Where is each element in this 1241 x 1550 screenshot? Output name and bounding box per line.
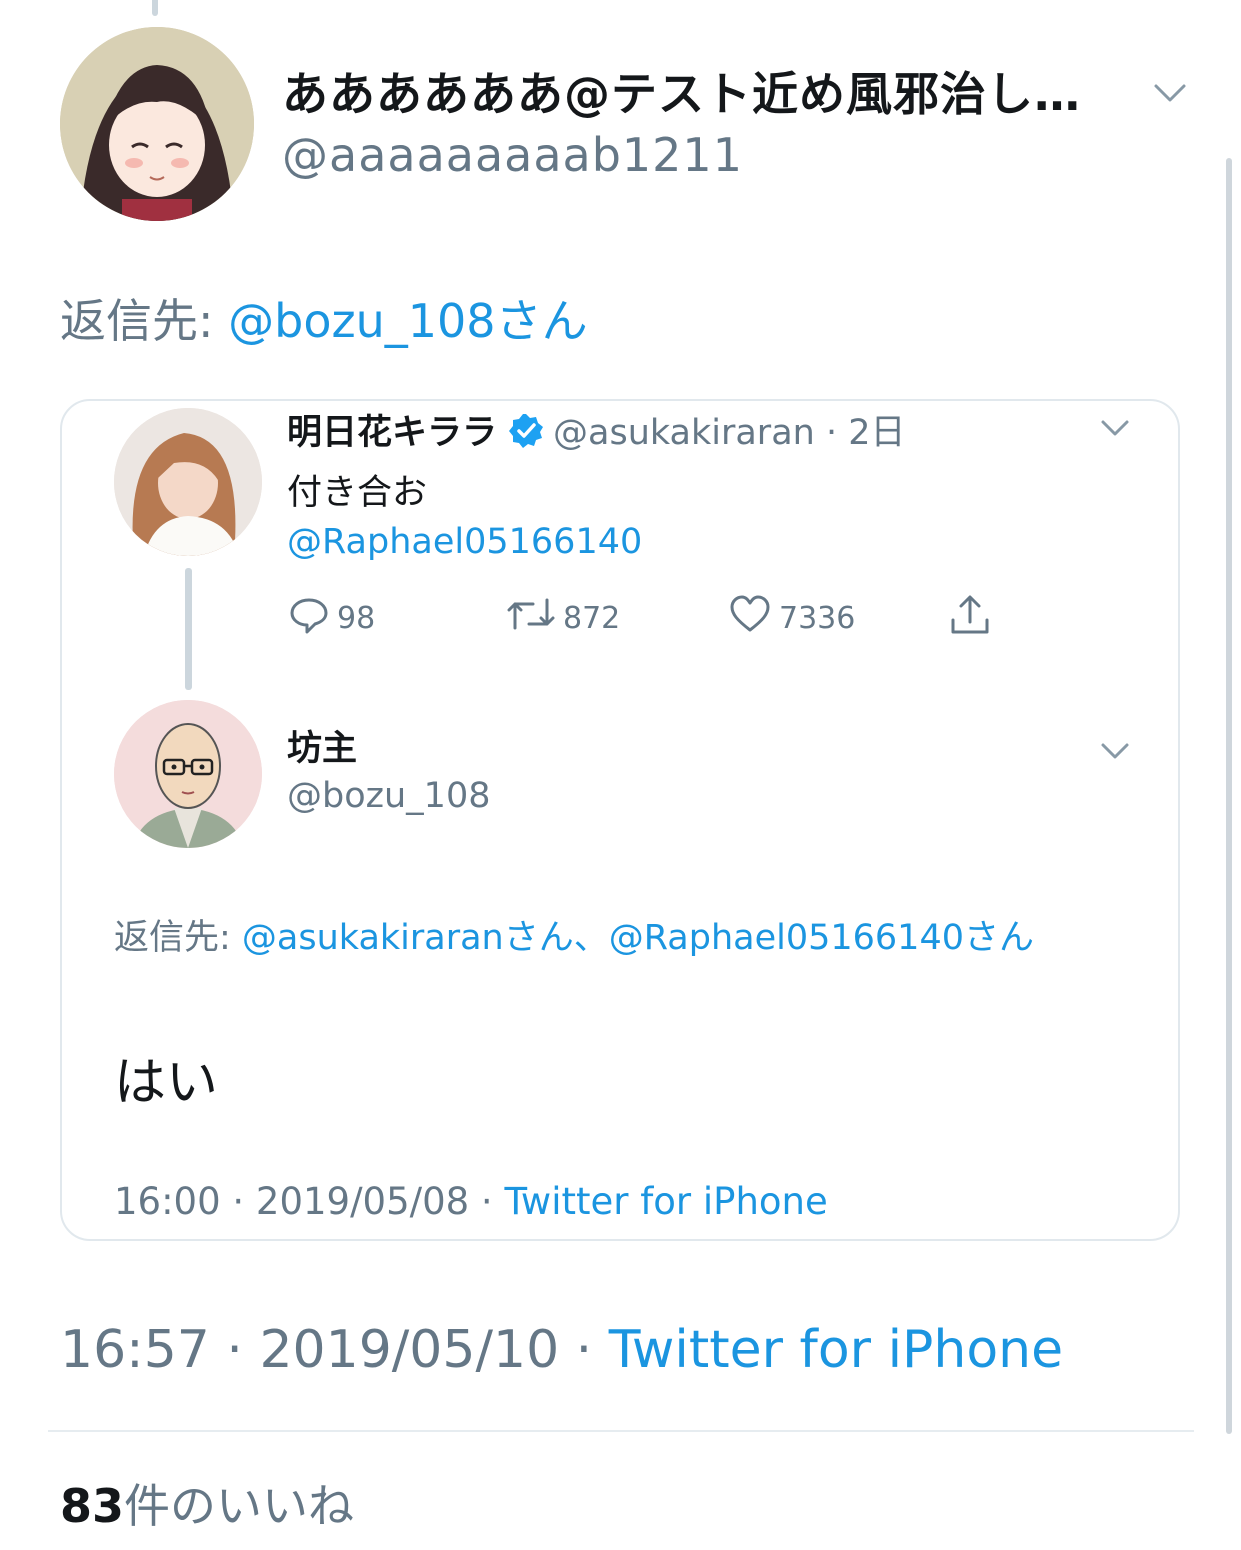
- quoted-reply-client-link[interactable]: Twitter for iPhone: [504, 1180, 827, 1223]
- retweet-action[interactable]: 872: [505, 592, 620, 644]
- quoted-parent-meta: @asukakiraran · 2日: [553, 413, 906, 453]
- share-action[interactable]: [947, 592, 999, 646]
- author-avatar[interactable]: [60, 27, 254, 221]
- chevron-down-icon[interactable]: [1098, 733, 1132, 767]
- chevron-down-icon[interactable]: [1150, 72, 1190, 112]
- like-icon: [727, 592, 779, 644]
- quoted-parent-mention[interactable]: @Raphael05166140: [287, 522, 642, 562]
- retweet-icon: [505, 592, 563, 644]
- quoted-reply-display-name[interactable]: 坊主: [287, 720, 357, 771]
- like-action[interactable]: 7336: [727, 592, 855, 644]
- verified-badge-icon: [507, 412, 545, 450]
- quoted-parent-avatar[interactable]: [114, 408, 262, 556]
- likes-label: 件のいいね: [124, 1479, 355, 1533]
- quoted-thread-line: [185, 568, 192, 690]
- likes-count: 83: [60, 1479, 125, 1533]
- quoted-parent-display-name[interactable]: 明日花キララ: [287, 413, 497, 453]
- reply-to-link[interactable]: @bozu_108さん: [228, 294, 587, 348]
- reply-action[interactable]: 98: [287, 592, 375, 644]
- quoted-reply-to-links[interactable]: @asukakiraranさん、@Raphael05166140さん: [242, 918, 1034, 958]
- tweet-client-link[interactable]: Twitter for iPhone: [609, 1320, 1063, 1380]
- quoted-reply-to-line: 返信先: @asukakiraranさん、@Raphael05166140さん: [114, 908, 1114, 968]
- quoted-parent-text: 付き合お: [287, 473, 428, 513]
- reply-to-line: 返信先: @bozu_108さん: [60, 285, 588, 351]
- quoted-reply-timestamp: 16:00 · 2019/05/08 ·: [114, 1180, 505, 1223]
- author-handle[interactable]: @aaaaaaaaab1211: [282, 128, 743, 182]
- quoted-reply-timestamp-line: 16:00 · 2019/05/08 · Twitter for iPhone: [114, 1180, 828, 1223]
- retweet-count: 872: [563, 600, 621, 636]
- chevron-down-icon[interactable]: [1098, 410, 1132, 444]
- tweet-timestamp-line: 16:57 · 2019/05/10 · Twitter for iPhone: [60, 1320, 1063, 1380]
- quoted-reply-avatar[interactable]: [114, 700, 262, 848]
- share-icon: [947, 592, 999, 646]
- reply-count: 98: [337, 600, 376, 636]
- divider: [48, 1430, 1194, 1432]
- reply-to-prefix: 返信先:: [60, 294, 229, 348]
- likes-summary[interactable]: 83件のいいね: [60, 1470, 354, 1536]
- reply-icon: [287, 592, 337, 644]
- author-display-name[interactable]: ああああああ@テスト近め風邪治し…: [282, 58, 1081, 124]
- quoted-reply-handle[interactable]: @bozu_108: [287, 776, 491, 816]
- thread-line: [152, 0, 158, 16]
- like-count: 7336: [779, 600, 856, 636]
- quoted-reply-text: はい: [114, 1053, 219, 1113]
- quoted-reply-to-prefix: 返信先:: [114, 918, 242, 958]
- scrollbar[interactable]: [1226, 158, 1232, 1434]
- tweet-timestamp: 16:57 · 2019/05/10 ·: [60, 1320, 609, 1380]
- quoted-parent-header[interactable]: 明日花キララ @asukakiraran · 2日: [287, 404, 905, 455]
